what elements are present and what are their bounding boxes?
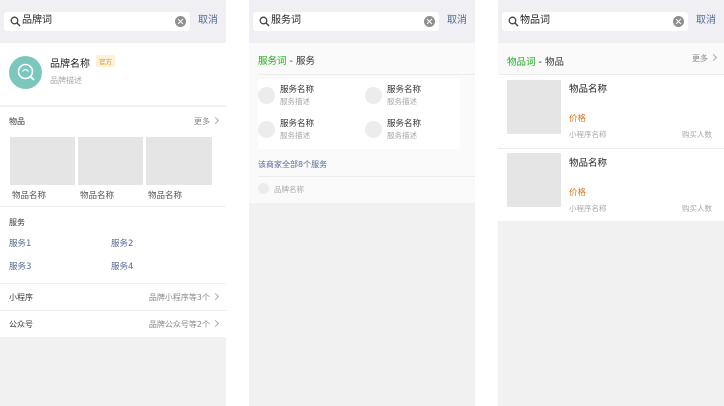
- clear-icon[interactable]: [424, 16, 435, 27]
- item-image[interactable]: [78, 137, 143, 185]
- items-title: 物品: [9, 117, 25, 126]
- brand-description: 品牌描述: [50, 76, 82, 85]
- service-icon: [258, 87, 275, 104]
- chevron-right-icon: [211, 292, 220, 301]
- item-results-card: 物品词 - 物品 更多 物品名称 价格 小程序名称 购买人数 物品名称 价格 小…: [498, 43, 724, 221]
- services-section: 服务 服务1 服务2 服务3 服务4: [0, 207, 226, 283]
- item-name[interactable]: 物品名称: [12, 189, 46, 201]
- service-desc: 服务描述: [280, 131, 310, 140]
- product-buyers: 购买人数: [682, 130, 712, 139]
- search-icon: [259, 16, 270, 27]
- search-bar: 物品词 取消: [498, 0, 724, 43]
- official-account-count: 品牌公众号等2个: [148, 320, 210, 329]
- search-input[interactable]: 服务词: [253, 12, 439, 31]
- cancel-button[interactable]: 取消: [198, 15, 218, 27]
- official-account-value: 品牌公众号等2个: [148, 319, 220, 330]
- official-account-row[interactable]: 公众号 品牌公众号等2个: [0, 311, 226, 337]
- service-name[interactable]: 服务名称: [280, 117, 314, 129]
- all-services-link[interactable]: 该商家全部8个服务: [258, 159, 327, 170]
- cancel-button[interactable]: 取消: [447, 15, 467, 27]
- official-account-title: 公众号: [9, 320, 33, 329]
- result-category: 物品: [544, 57, 564, 68]
- result-header: 物品词 - 物品: [507, 54, 564, 68]
- services-title: 服务: [9, 218, 25, 227]
- service-icon: [365, 87, 382, 104]
- miniprogram-value: 品牌小程序等3个: [148, 292, 220, 303]
- service-link[interactable]: 服务3: [9, 260, 31, 272]
- search-icon: [10, 16, 21, 27]
- search-icon: [508, 16, 519, 27]
- service-results-card: 服务词 - 服务 服务名称 服务描述 服务名称 服务描述 服务名称 服务描述 服…: [249, 43, 475, 203]
- product-row[interactable]: 物品名称 价格 小程序名称 购买人数: [498, 75, 724, 148]
- result-category: 服务: [295, 56, 315, 67]
- product-miniprogram: 小程序名称: [569, 130, 607, 139]
- official-badge: 官方: [96, 55, 115, 67]
- cancel-button[interactable]: 取消: [696, 15, 716, 27]
- brand-logo: [9, 56, 42, 89]
- service-desc: 服务描述: [387, 97, 417, 106]
- service-desc: 服务描述: [387, 131, 417, 140]
- items-more-link[interactable]: 更多: [692, 53, 718, 64]
- service-name[interactable]: 服务名称: [280, 83, 314, 95]
- item-name[interactable]: 物品名称: [148, 189, 182, 201]
- more-label: 更多: [692, 54, 708, 63]
- clear-icon[interactable]: [175, 16, 186, 27]
- items-section: 物品 更多 物品名称 物品名称 物品名称: [0, 107, 226, 206]
- item-search-screen: 物品词 取消 物品词 - 物品 更多 物品名称 价格 小程序名称 购买人数 物品…: [498, 0, 724, 406]
- result-separator: -: [286, 56, 296, 67]
- search-input[interactable]: 物品词: [502, 12, 688, 31]
- product-buyers: 购买人数: [682, 204, 712, 213]
- magnifier-logo-icon: [17, 63, 35, 81]
- service-link[interactable]: 服务2: [111, 237, 133, 249]
- result-separator: -: [535, 57, 545, 68]
- item-image[interactable]: [10, 137, 75, 185]
- divider: [258, 176, 475, 177]
- service-icon: [365, 121, 382, 138]
- miniprogram-row[interactable]: 小程序 品牌小程序等3个: [0, 284, 226, 310]
- service-icon: [258, 121, 275, 138]
- chevron-right-icon: [211, 319, 220, 328]
- chevron-right-icon: [211, 116, 220, 125]
- result-keyword: 物品词: [507, 57, 536, 68]
- product-price: 价格: [569, 114, 587, 124]
- service-link[interactable]: 服务4: [111, 260, 133, 272]
- search-query: 品牌词: [22, 15, 52, 26]
- more-label: 更多: [194, 117, 210, 126]
- product-image: [507, 80, 561, 134]
- brand-card[interactable]: 品牌名称 官方 品牌描述: [0, 43, 226, 105]
- product-name: 物品名称: [569, 158, 608, 169]
- service-desc: 服务描述: [280, 97, 310, 106]
- items-more-link[interactable]: 更多: [194, 116, 220, 127]
- product-name: 物品名称: [569, 84, 608, 95]
- item-image[interactable]: [146, 137, 212, 185]
- product-miniprogram: 小程序名称: [569, 204, 607, 213]
- service-name[interactable]: 服务名称: [387, 83, 421, 95]
- result-keyword: 服务词: [258, 56, 287, 67]
- brand-name[interactable]: 品牌名称: [274, 184, 304, 195]
- product-row[interactable]: 物品名称 价格 小程序名称 购买人数: [498, 149, 724, 221]
- chevron-right-icon: [709, 53, 718, 62]
- search-query: 物品词: [520, 15, 550, 26]
- search-bar: 品牌词 取消: [0, 0, 226, 43]
- service-search-screen: 服务词 取消 服务词 - 服务 服务名称 服务描述 服务名称 服务描述 服务名称…: [249, 0, 475, 406]
- brand-avatar: [258, 183, 269, 194]
- service-name[interactable]: 服务名称: [387, 117, 421, 129]
- service-link[interactable]: 服务1: [9, 237, 31, 249]
- search-bar: 服务词 取消: [249, 0, 475, 43]
- clear-icon[interactable]: [673, 16, 684, 27]
- brand-search-screen: 品牌词 取消 品牌名称 官方 品牌描述 物品 更多 物品名称 物品名称 物品名称…: [0, 0, 226, 406]
- divider: [258, 74, 475, 75]
- result-header: 服务词 - 服务: [258, 53, 315, 67]
- service-grid: 服务名称 服务描述 服务名称 服务描述 服务名称 服务描述 服务名称 服务描述: [258, 79, 460, 149]
- product-image: [507, 153, 561, 207]
- brand-name: 品牌名称: [50, 59, 90, 70]
- product-price: 价格: [569, 188, 587, 198]
- search-input[interactable]: 品牌词: [4, 12, 190, 31]
- item-name[interactable]: 物品名称: [80, 189, 114, 201]
- search-query: 服务词: [271, 15, 301, 26]
- miniprogram-count: 品牌小程序等3个: [148, 293, 210, 302]
- miniprogram-title: 小程序: [9, 293, 33, 302]
